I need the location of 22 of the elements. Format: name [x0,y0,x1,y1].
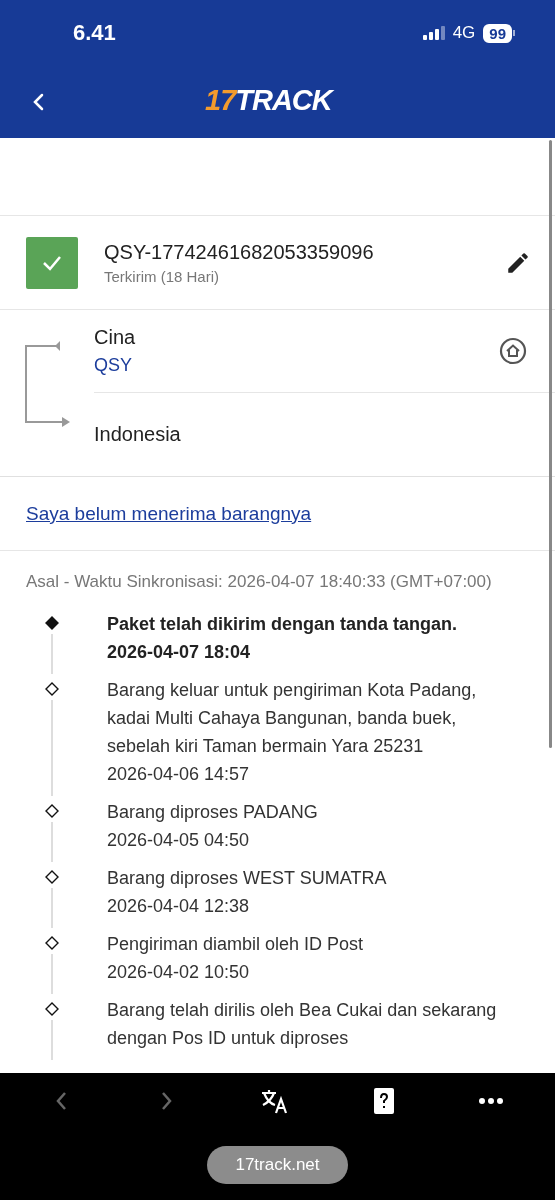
home-icon[interactable] [499,337,527,365]
tracking-event: Barang diproses WEST SUMATRA 2026-04-04 12:38 [107,867,388,918]
sync-info: Asal - Waktu Sinkronisasi: 2026-04-07 18:40:33 (GMT+07:00) [26,571,493,593]
tracking-event: Barang diproses PADANG 2026-04-05 04:50 [107,801,319,852]
signal-icon [422,26,445,40]
tracking-event: Paket telah dikirim dengan tanda tangan. 2026-04-07 18:04 [107,613,459,664]
battery-level: 99 [483,23,512,43]
more-icon[interactable] [478,1097,503,1104]
carrier-name[interactable]: QSY [94,355,499,376]
logo: 17TRACK [205,84,332,117]
tracking-event: Barang keluar untuk pengiriman Kota Padang, kadai Multi Cahaya Bangunan, banda buek, sebelah kiri Taman bermain Yara 25231 2026-04-06 14:57 [107,679,478,786]
destination-country: Indonesia [94,423,181,446]
help-card-icon[interactable] [372,1086,395,1115]
tracking-number: QSY-17742461682053359096 [104,240,375,264]
not-received-link[interactable]: Saya belum menerima barangnya [26,502,312,525]
origin-country: Cina [94,326,137,349]
tracking-event: Pengiriman diambil oleh ID Post 2026-04-02 10:50 [107,933,365,984]
shipment-status: Terkirim (18 Hari) [104,267,220,285]
status-time: 6.41 [73,20,117,46]
network-type: 4G [452,23,476,43]
tracking-event: Barang telah dirilis oleh Bea Cukai dan sekarang dengan Pos ID untuk diproses [107,999,498,1050]
route-arrow-icon [24,340,70,428]
